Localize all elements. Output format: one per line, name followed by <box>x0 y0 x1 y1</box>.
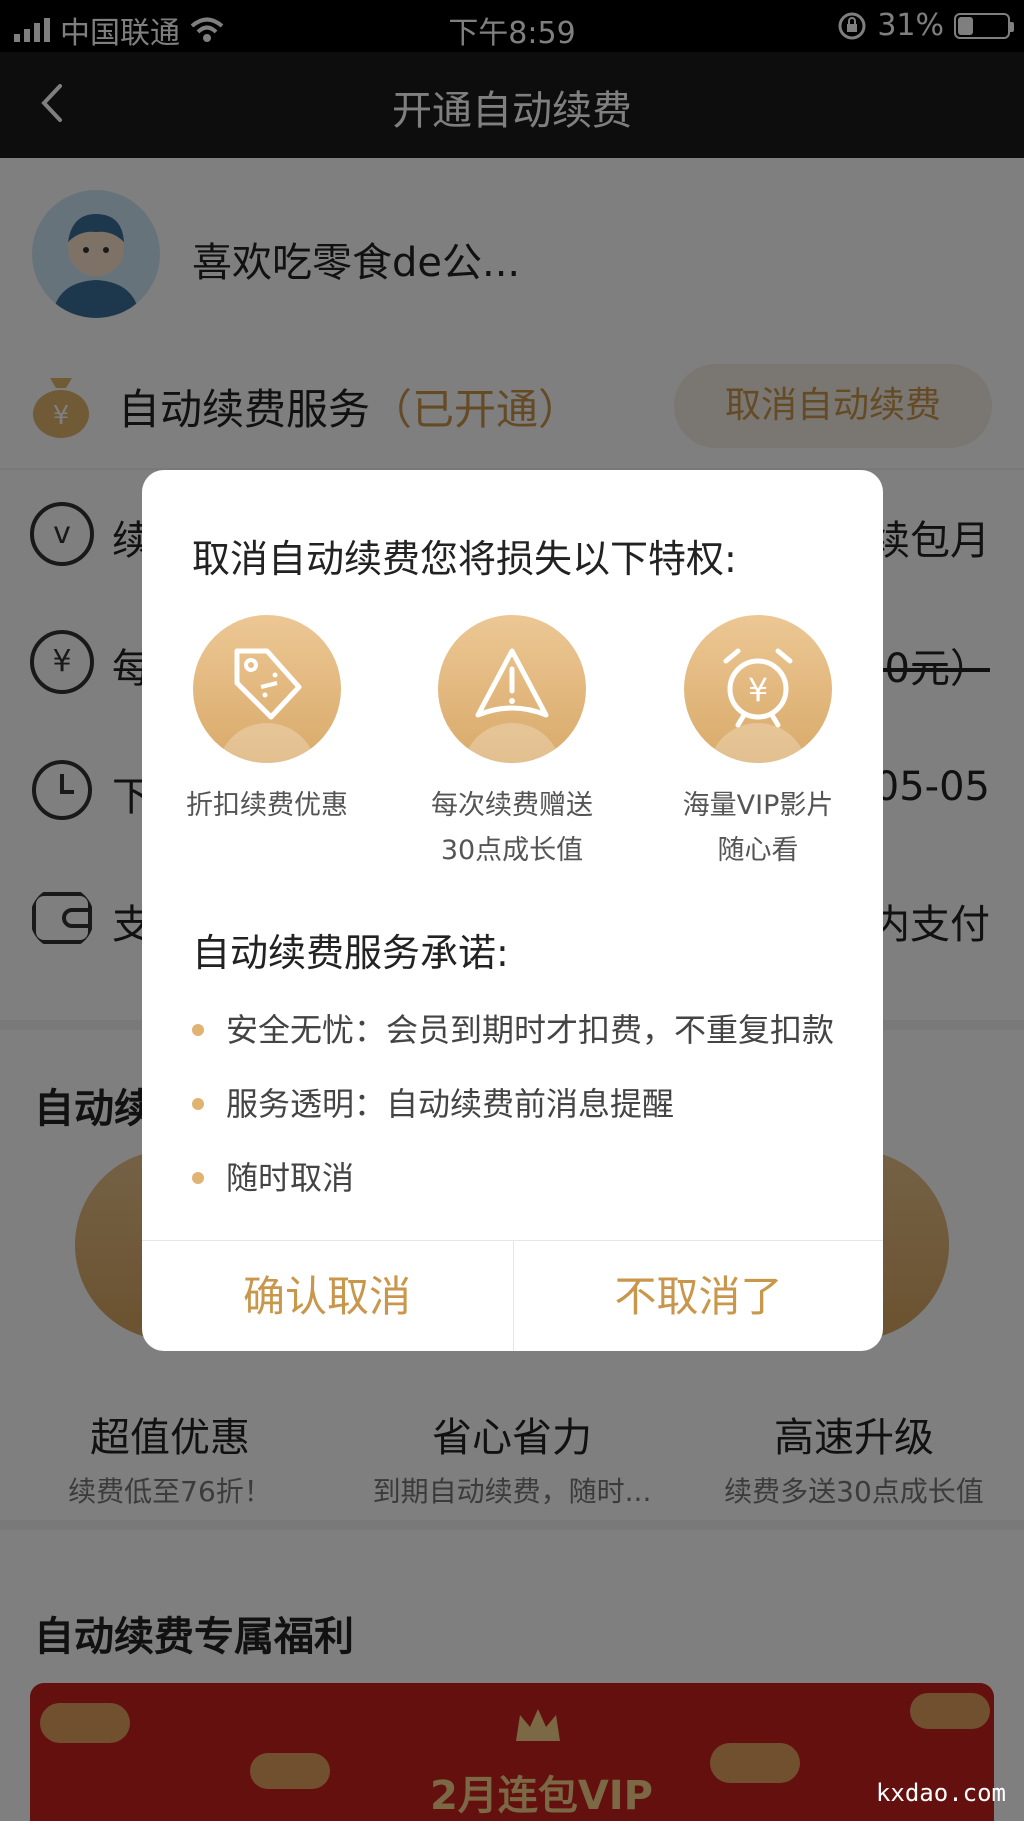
privilege-vip-films: ¥ 海量VIP影片 随心看 <box>633 615 883 873</box>
growth-alert-icon <box>438 615 586 763</box>
cancel-confirm-dialog: 取消自动续费您将损失以下特权: 折扣续费优惠 每次续费赠送 30点成长值 ¥ 海… <box>142 470 883 1351</box>
dialog-heading: 取消自动续费您将损失以下特权: <box>192 537 737 581</box>
promise-item: 随时取消 <box>192 1153 354 1199</box>
privilege-text: 30点成长值 <box>440 835 584 866</box>
bullet-dot <box>192 1172 204 1184</box>
privilege-text: 每次续费赠送 <box>431 790 593 821</box>
promise-heading: 自动续费服务承诺: <box>192 931 509 975</box>
privilege-growth: 每次续费赠送 30点成长值 <box>387 615 637 873</box>
promise-text: 随时取消 <box>226 1159 355 1197</box>
privilege-text: 海量VIP影片 <box>682 790 834 821</box>
privilege-discount: 折扣续费优惠 <box>142 615 392 828</box>
bullet-dot <box>192 1024 204 1036</box>
privilege-text: 随心看 <box>717 835 799 866</box>
promise-item: 安全无忧：会员到期时才扣费，不重复扣款 <box>192 1005 834 1051</box>
watermark: kxdao.com <box>875 1779 1006 1807</box>
promise-item: 服务透明：自动续费前消息提醒 <box>192 1079 674 1125</box>
promise-text: 安全无忧：会员到期时才扣费，不重复扣款 <box>226 1011 835 1049</box>
dialog-footer: 确认取消 不取消了 <box>142 1240 883 1351</box>
promise-text: 服务透明：自动续费前消息提醒 <box>226 1085 675 1123</box>
svg-text:¥: ¥ <box>748 671 768 709</box>
bullet-dot <box>192 1098 204 1110</box>
discount-tag-icon <box>193 615 341 763</box>
confirm-cancel-button[interactable]: 确认取消 <box>142 1241 512 1351</box>
privilege-text: 折扣续费优惠 <box>186 790 348 821</box>
keep-subscription-button[interactable]: 不取消了 <box>513 1241 883 1351</box>
alarm-clock-yen-icon: ¥ <box>684 615 832 763</box>
